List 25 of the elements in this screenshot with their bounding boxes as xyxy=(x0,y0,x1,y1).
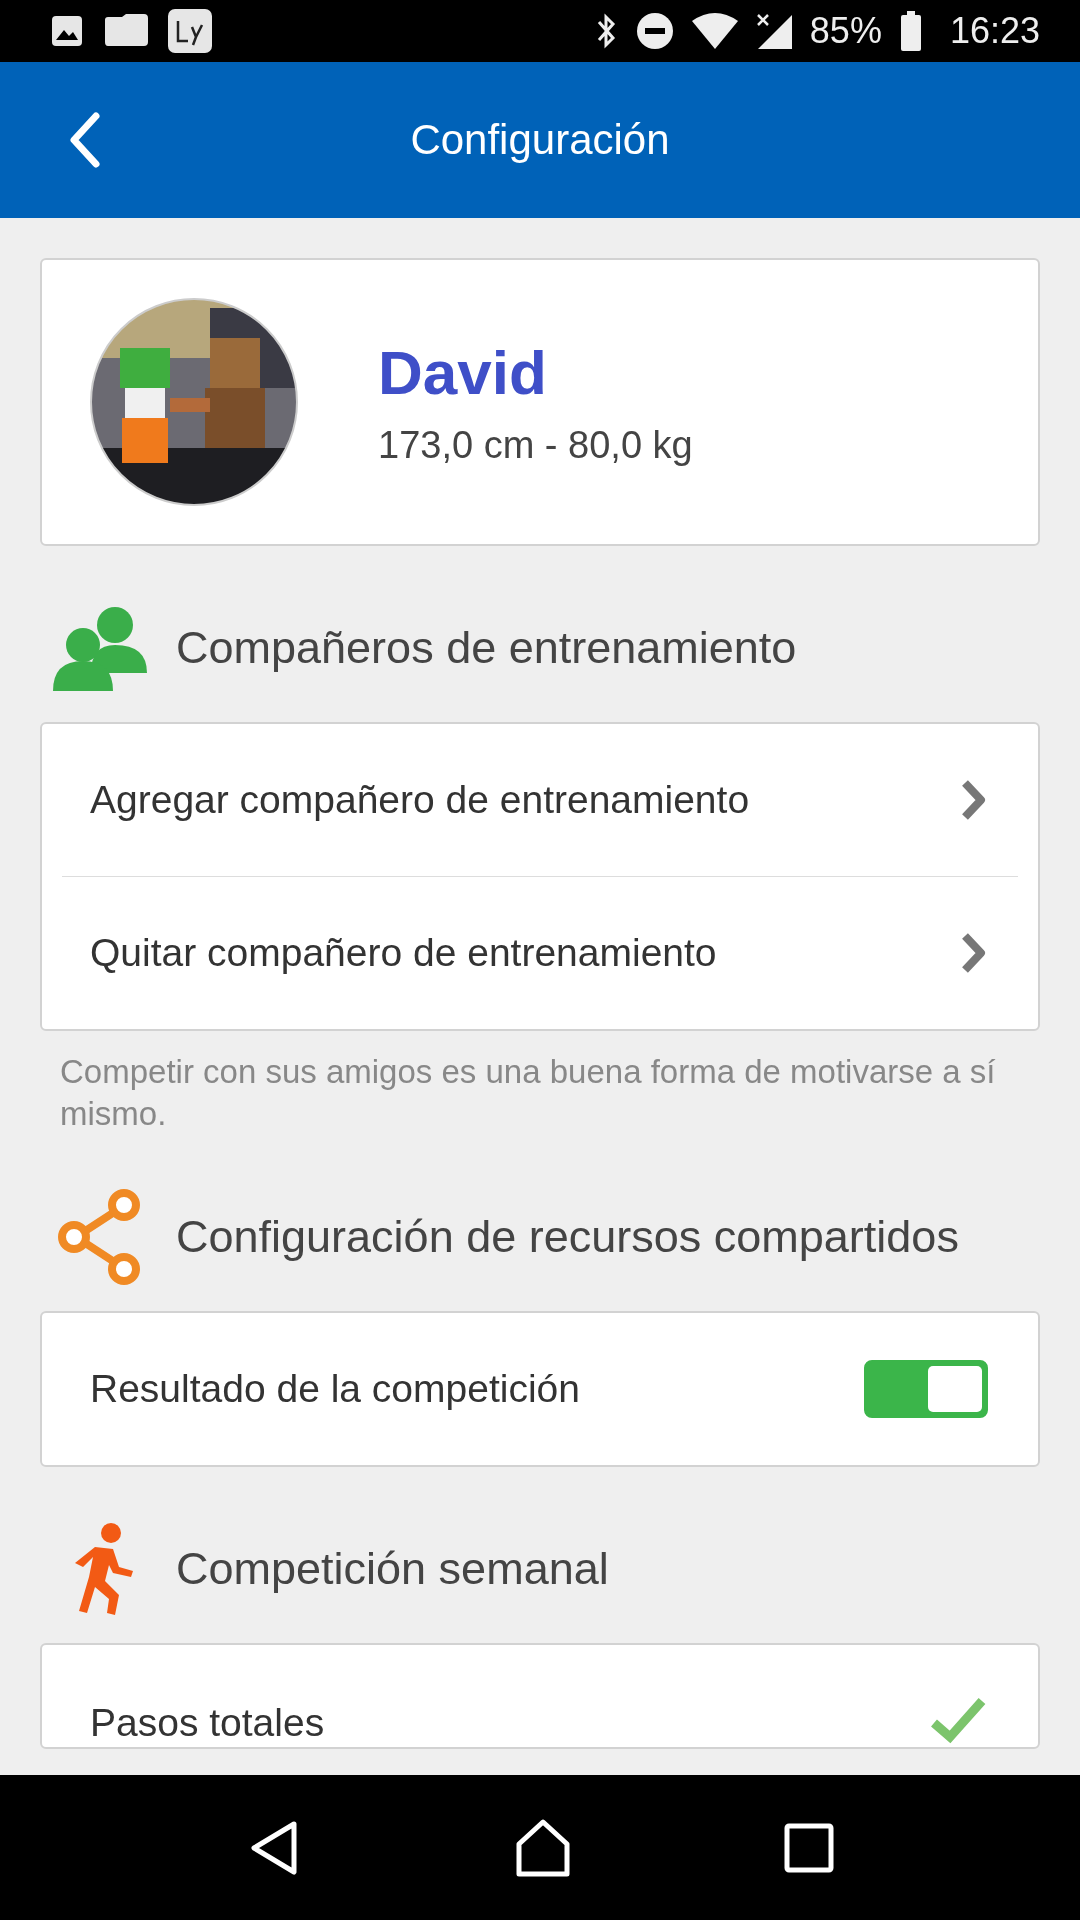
toggle-switch[interactable] xyxy=(864,1360,988,1418)
row-label: Agregar compañero de entrenamiento xyxy=(90,778,750,822)
row-label: Pasos totales xyxy=(90,1701,325,1745)
battery-icon xyxy=(899,11,922,51)
checkmark-icon[interactable] xyxy=(928,1695,988,1745)
user-name: David xyxy=(378,337,548,408)
row-label: Resultado de la competición xyxy=(90,1367,580,1411)
image-icon xyxy=(50,14,84,48)
section-title: Configuración de recursos compartidos xyxy=(176,1211,959,1263)
row-label: Quitar compañero de entrenamiento xyxy=(90,931,717,975)
wifi-icon xyxy=(691,13,738,49)
section-title: Compañeros de entrenamiento xyxy=(176,622,797,674)
app-icon xyxy=(168,9,212,53)
hint-text: Competir con sus amigos es una buena forma de motivarse a sí mismo. xyxy=(60,1052,997,1134)
section-title: Competición semanal xyxy=(176,1543,609,1595)
recent-apps-icon[interactable] xyxy=(784,1822,835,1873)
clock-time: 16:23 xyxy=(949,10,1040,52)
signal-icon xyxy=(755,13,792,49)
screen-title: Configuración xyxy=(409,116,671,164)
do-not-disturb-icon xyxy=(635,12,674,50)
settings-row[interactable]: Agregar compañero de entrenamiento xyxy=(42,724,1038,876)
settings-row[interactable]: Quitar compañero de entrenamiento xyxy=(62,876,1018,1029)
folder-icon xyxy=(102,14,150,48)
battery-percentage: 85% xyxy=(809,10,882,52)
body-measurements: 173,0 cm - 80,0 kg xyxy=(378,424,693,467)
